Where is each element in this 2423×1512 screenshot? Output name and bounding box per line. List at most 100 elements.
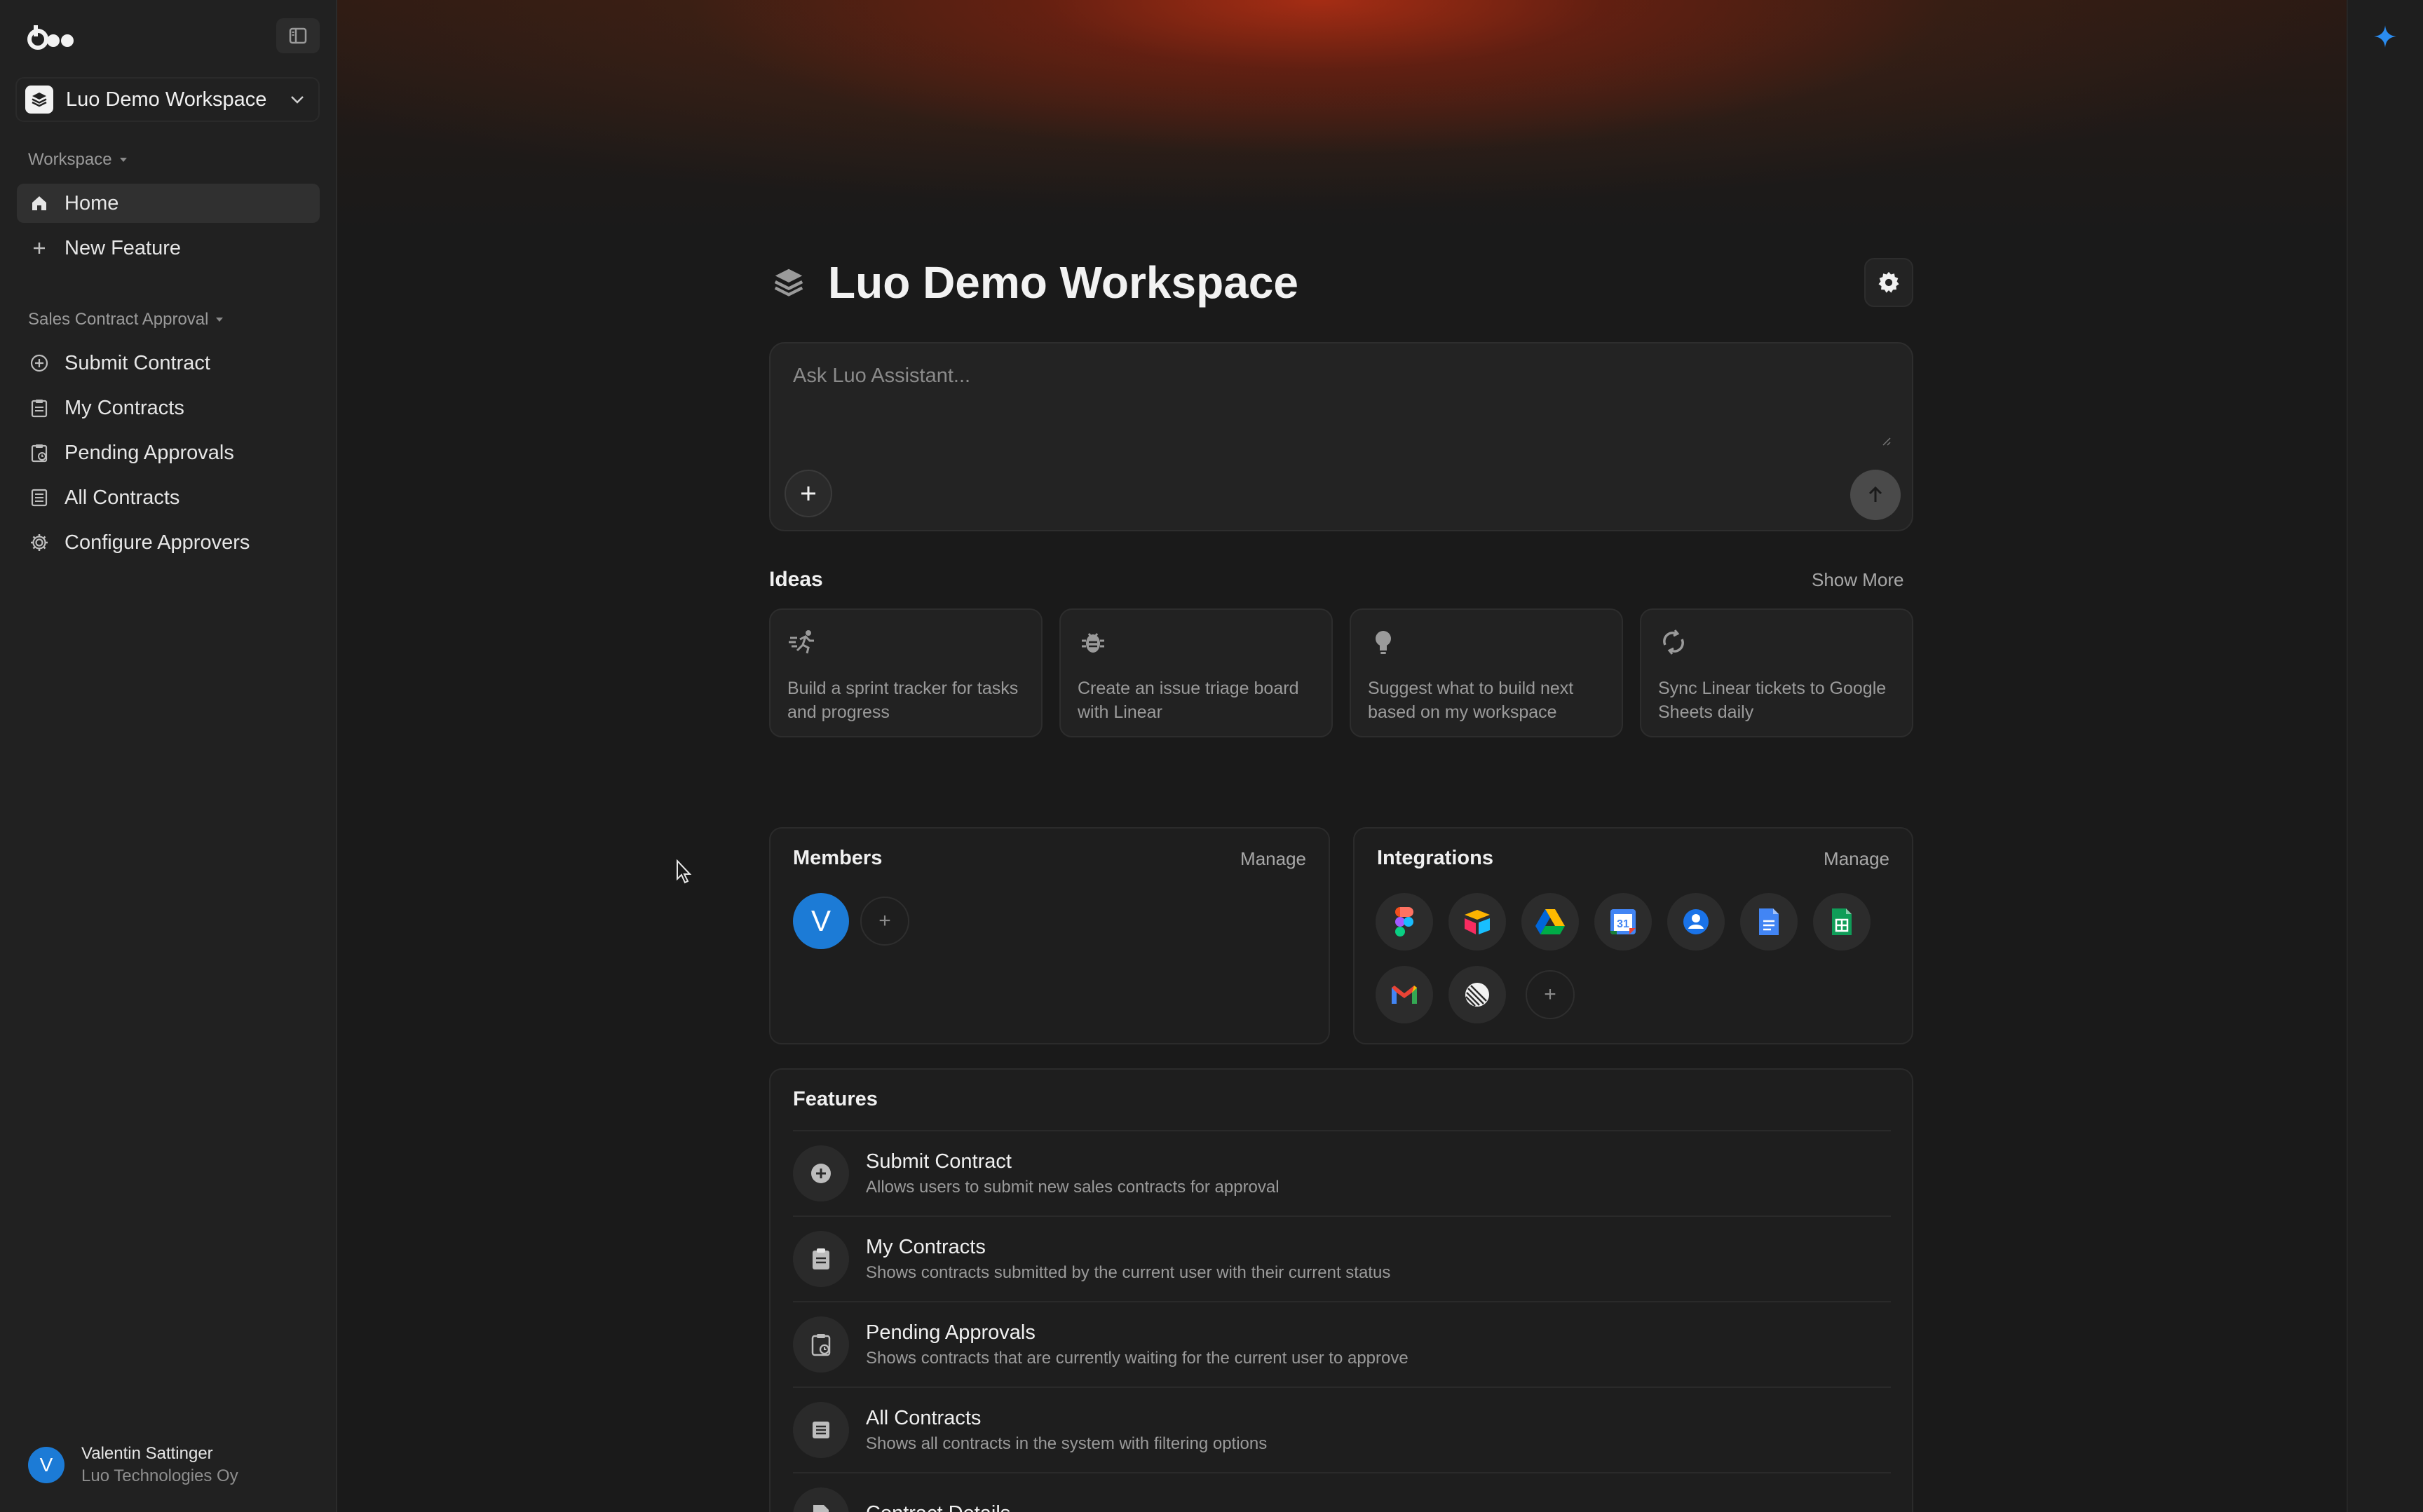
members-title: Members	[793, 847, 883, 869]
sidebar-item-pending-approvals[interactable]: Pending Approvals	[17, 433, 320, 472]
document-icon	[793, 1487, 849, 1512]
section-label-sales-contract-approval[interactable]: Sales Contract Approval	[28, 310, 224, 329]
feature-row-all-contracts[interactable]: All Contracts Shows all contracts in the …	[793, 1387, 1891, 1472]
sidebar-item-new-feature[interactable]: New Feature	[17, 229, 320, 268]
clipboard-clock-icon	[29, 443, 49, 463]
mouse-cursor-icon	[677, 859, 692, 884]
clipboard-icon	[29, 398, 49, 418]
idea-text: Sync Linear tickets to Google Sheets dai…	[1658, 679, 1887, 722]
add-integration-button[interactable]: +	[1526, 970, 1575, 1019]
caret-down-icon	[119, 158, 127, 162]
sidebar-toggle-icon	[289, 27, 307, 44]
integrations-manage-link[interactable]: Manage	[1824, 848, 1889, 870]
right-rail	[2347, 0, 2423, 1512]
section-label-workspace[interactable]: Workspace	[28, 150, 128, 170]
google-contacts-icon[interactable]	[1667, 893, 1725, 951]
sidebar-item-configure-approvers[interactable]: Configure Approvers	[17, 523, 320, 562]
integrations-title: Integrations	[1377, 847, 1493, 869]
google-drive-icon[interactable]	[1521, 893, 1579, 951]
arrow-up-icon	[1868, 486, 1882, 502]
feature-row-my-contracts[interactable]: My Contracts Shows contracts submitted by…	[793, 1215, 1891, 1301]
layers-icon	[25, 86, 53, 114]
feature-name: Pending Approvals	[866, 1321, 1036, 1344]
luo-logo-icon[interactable]	[27, 21, 77, 52]
avatar[interactable]: V	[793, 893, 849, 949]
gmail-icon[interactable]	[1376, 966, 1433, 1023]
google-docs-icon[interactable]	[1740, 893, 1798, 951]
section-label-text: Sales Contract Approval	[28, 310, 209, 329]
sync-icon	[1663, 629, 1684, 655]
plus-circle-icon	[793, 1145, 849, 1201]
google-calendar-icon[interactable]: 31	[1594, 893, 1652, 951]
workspace-name: Luo Demo Workspace	[66, 88, 267, 111]
page-title: Luo Demo Workspace	[828, 257, 1298, 308]
idea-card[interactable]: Create an issue triage board with Linear	[1059, 608, 1333, 737]
google-sheets-icon[interactable]	[1813, 893, 1871, 951]
feature-row-pending-approvals[interactable]: Pending Approvals Shows contracts that ar…	[793, 1301, 1891, 1387]
members-manage-link[interactable]: Manage	[1240, 848, 1306, 870]
feature-name: My Contracts	[866, 1235, 986, 1258]
feature-description: Allows users to submit new sales contrac…	[866, 1177, 1280, 1197]
gear-icon	[1878, 271, 1899, 293]
settings-button[interactable]	[1864, 258, 1913, 307]
sidebar-item-label: New Feature	[65, 236, 182, 259]
idea-card[interactable]: Suggest what to build next based on my w…	[1350, 608, 1623, 737]
sidebar-item-home[interactable]: Home	[17, 184, 320, 223]
send-button[interactable]	[1850, 470, 1901, 520]
header-banner	[337, 0, 2347, 238]
app-root: Luo Demo Workspace Workspace Home New Fe…	[0, 0, 2423, 1512]
user-profile[interactable]: V Valentin Sattinger Luo Technologies Oy	[28, 1444, 238, 1486]
attach-button[interactable]	[785, 470, 832, 517]
feature-name: All Contracts	[866, 1406, 982, 1429]
page-header: Luo Demo Workspace	[769, 251, 1913, 314]
integrations-card: Integrations Manage 31 +	[1353, 827, 1913, 1044]
sidebar-item-all-contracts[interactable]: All Contracts	[17, 478, 320, 517]
idea-card[interactable]: Sync Linear tickets to Google Sheets dai…	[1640, 608, 1913, 737]
sidebar-item-label: Configure Approvers	[65, 531, 250, 554]
features-title: Features	[793, 1088, 878, 1110]
sidebar-item-my-contracts[interactable]: My Contracts	[17, 388, 320, 428]
assistant-input[interactable]	[793, 365, 1887, 442]
feature-description: Shows all contracts in the system with f…	[866, 1433, 1268, 1453]
bug-icon	[1082, 633, 1104, 653]
list-icon	[793, 1402, 849, 1458]
figma-icon[interactable]	[1376, 893, 1433, 951]
idea-text: Build a sprint tracker for tasks and pro…	[787, 679, 1019, 722]
feature-row-contract-details[interactable]: Contract Details	[793, 1472, 1891, 1512]
workspace-switcher[interactable]: Luo Demo Workspace	[15, 77, 320, 122]
lightbulb-icon	[1376, 631, 1391, 654]
feature-row-submit-contract[interactable]: Submit Contract Allows users to submit ne…	[793, 1130, 1891, 1215]
idea-text: Create an issue triage board with Linear	[1078, 679, 1299, 722]
sidebar-item-label: Pending Approvals	[65, 441, 234, 464]
ideas-heading: Ideas	[769, 568, 823, 591]
airtable-icon[interactable]	[1448, 893, 1506, 951]
clipboard-icon	[793, 1231, 849, 1287]
features-card: Features Submit Contract Allows users to …	[769, 1068, 1913, 1512]
feature-name: Contract Details	[866, 1502, 1010, 1512]
sparkle-icon[interactable]	[2373, 24, 2398, 49]
avatar: V	[28, 1447, 65, 1483]
feature-description: Shows contracts that are currently waiti…	[866, 1348, 1409, 1368]
sidebar-collapse-button[interactable]	[276, 18, 320, 53]
idea-text: Suggest what to build next based on my w…	[1368, 679, 1574, 722]
runner-icon	[789, 630, 814, 654]
gear-icon	[29, 533, 49, 552]
user-name: Valentin Sattinger	[81, 1444, 213, 1463]
idea-card[interactable]: Build a sprint tracker for tasks and pro…	[769, 608, 1043, 737]
assistant-prompt-box	[769, 342, 1913, 531]
add-member-button[interactable]: +	[860, 897, 909, 946]
resize-handle-icon[interactable]	[1880, 435, 1891, 446]
section-label-text: Workspace	[28, 150, 112, 169]
plus-icon	[29, 238, 49, 258]
sidebar-item-label: Submit Contract	[65, 351, 210, 374]
calendar-day-label: 31	[1617, 918, 1629, 930]
layers-icon	[769, 263, 808, 302]
list-icon	[29, 488, 49, 508]
show-more-link[interactable]: Show More	[1812, 569, 1904, 591]
sidebar-item-label: All Contracts	[65, 486, 180, 509]
home-icon	[29, 193, 49, 213]
sidebar-item-submit-contract[interactable]: Submit Contract	[17, 343, 320, 383]
sidebar-item-label: Home	[65, 191, 119, 214]
linear-icon[interactable]	[1448, 966, 1506, 1023]
feature-description: Shows contracts submitted by the current…	[866, 1262, 1391, 1282]
